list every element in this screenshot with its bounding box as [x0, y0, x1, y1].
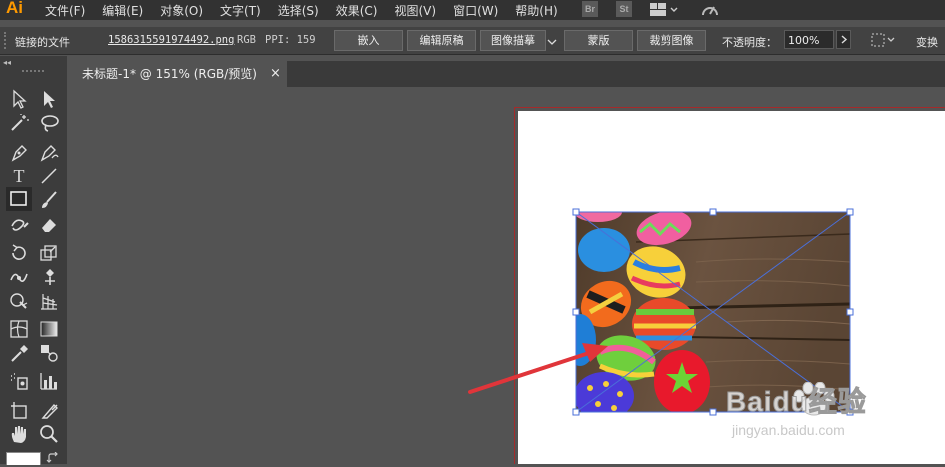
crop-image-button[interactable]: 裁剪图像 — [637, 30, 706, 51]
opacity-arrow-button[interactable] — [836, 30, 851, 49]
gpu-performance-icon[interactable] — [700, 1, 720, 19]
menu-effect[interactable]: 效果(C) — [336, 2, 378, 19]
control-bar: 链接的文件 1586315591974492.png RGB PPI: 159 … — [0, 27, 945, 55]
zoom-tool-icon[interactable] — [38, 423, 60, 445]
edit-original-button[interactable]: 编辑原稿 — [407, 30, 476, 51]
collapse-panel-icon[interactable]: ◂◂ — [3, 58, 11, 67]
tools-panel: ◂◂ T — [0, 56, 67, 465]
hand-tool-icon[interactable] — [8, 423, 30, 445]
bridge-button[interactable]: Br — [582, 1, 598, 17]
scale-tool-icon[interactable] — [38, 242, 60, 264]
lasso-tool-icon[interactable] — [38, 112, 60, 134]
artboard-tool-icon[interactable] — [8, 399, 30, 421]
image-trace-dropdown-icon[interactable] — [547, 35, 557, 45]
eraser-tool-icon[interactable] — [38, 213, 60, 235]
symbol-sprayer-tool-icon[interactable] — [8, 370, 30, 392]
linked-filename[interactable]: 1586315591974492.png — [108, 34, 234, 46]
image-trace-button[interactable]: 图像描摹 — [480, 30, 546, 51]
mesh-tool-icon[interactable] — [8, 318, 30, 340]
perspective-grid-tool-icon[interactable] — [38, 290, 60, 312]
document-tab-bar: 未标题-1* @ 151% (RGB/预览) × — [72, 61, 945, 87]
type-tool-icon[interactable]: T — [8, 165, 30, 187]
embed-button[interactable]: 嵌入 — [334, 30, 403, 51]
illustrator-logo: Ai — [6, 0, 23, 17]
direct-selection-tool-icon[interactable] — [38, 88, 60, 110]
magic-wand-tool-icon[interactable] — [8, 112, 30, 134]
menu-edit[interactable]: 编辑(E) — [102, 2, 143, 19]
transform-link[interactable]: 变换 — [916, 34, 938, 50]
menu-window[interactable]: 窗口(W) — [453, 2, 498, 19]
panel-grip — [22, 70, 44, 75]
baidu-watermark: Baidu经验 jingyan.baidu.com — [726, 380, 945, 450]
workspace-switcher-icon[interactable] — [650, 3, 678, 17]
menu-file[interactable]: 文件(F) — [45, 2, 85, 19]
paintbrush-tool-icon[interactable] — [38, 189, 60, 211]
shaper-tool-icon[interactable] — [8, 213, 30, 235]
watermark-url: jingyan.baidu.com — [732, 422, 845, 438]
curvature-tool-icon[interactable] — [38, 141, 60, 163]
color-mode-label: RGB — [237, 34, 256, 46]
linked-file-label: 链接的文件 — [15, 36, 70, 49]
panel-grip — [4, 32, 9, 49]
menu-view[interactable]: 视图(V) — [394, 2, 436, 19]
rotate-tool-icon[interactable] — [8, 242, 30, 264]
selection-tool-icon[interactable] — [8, 88, 30, 110]
ppi-label: PPI: 159 — [265, 34, 316, 46]
rectangle-tool-icon[interactable] — [6, 187, 32, 211]
menu-object[interactable]: 对象(O) — [160, 2, 203, 19]
document-tab[interactable]: 未标题-1* @ 151% (RGB/预览) × — [72, 61, 287, 87]
opacity-label: 不透明度： — [722, 36, 777, 49]
close-tab-icon[interactable]: × — [270, 61, 281, 87]
swap-fill-stroke-icon[interactable] — [46, 451, 60, 464]
slice-tool-icon[interactable] — [38, 399, 60, 421]
document-tab-title: 未标题-1* @ 151% (RGB/预览) — [82, 67, 257, 81]
blend-tool-icon[interactable] — [38, 342, 60, 364]
stock-button[interactable]: St — [616, 1, 632, 17]
menu-help[interactable]: 帮助(H) — [515, 2, 557, 19]
menu-items: 文件(F) 编辑(E) 对象(O) 文字(T) 选择(S) 效果(C) 视图(V… — [45, 2, 575, 19]
eyedropper-tool-icon[interactable] — [8, 342, 30, 364]
menu-bar: Ai 文件(F) 编辑(E) 对象(O) 文字(T) 选择(S) 效果(C) 视… — [0, 0, 945, 20]
fill-swatch[interactable] — [6, 452, 41, 465]
gradient-tool-icon[interactable] — [38, 318, 60, 340]
menu-type[interactable]: 文字(T) — [220, 2, 261, 19]
pen-tool-icon[interactable] — [8, 141, 30, 163]
menu-select[interactable]: 选择(S) — [278, 2, 319, 19]
opacity-input[interactable]: 100% — [784, 30, 834, 49]
align-to-icon[interactable] — [870, 32, 898, 48]
width-tool-icon[interactable] — [8, 266, 30, 288]
line-segment-tool-icon[interactable] — [38, 165, 60, 187]
watermark-brand: Baidu经验 — [726, 386, 867, 418]
column-graph-tool-icon[interactable] — [38, 370, 60, 392]
mask-button[interactable]: 蒙版 — [564, 30, 633, 51]
shape-builder-tool-icon[interactable] — [8, 290, 30, 312]
puppet-warp-tool-icon[interactable] — [38, 266, 60, 288]
